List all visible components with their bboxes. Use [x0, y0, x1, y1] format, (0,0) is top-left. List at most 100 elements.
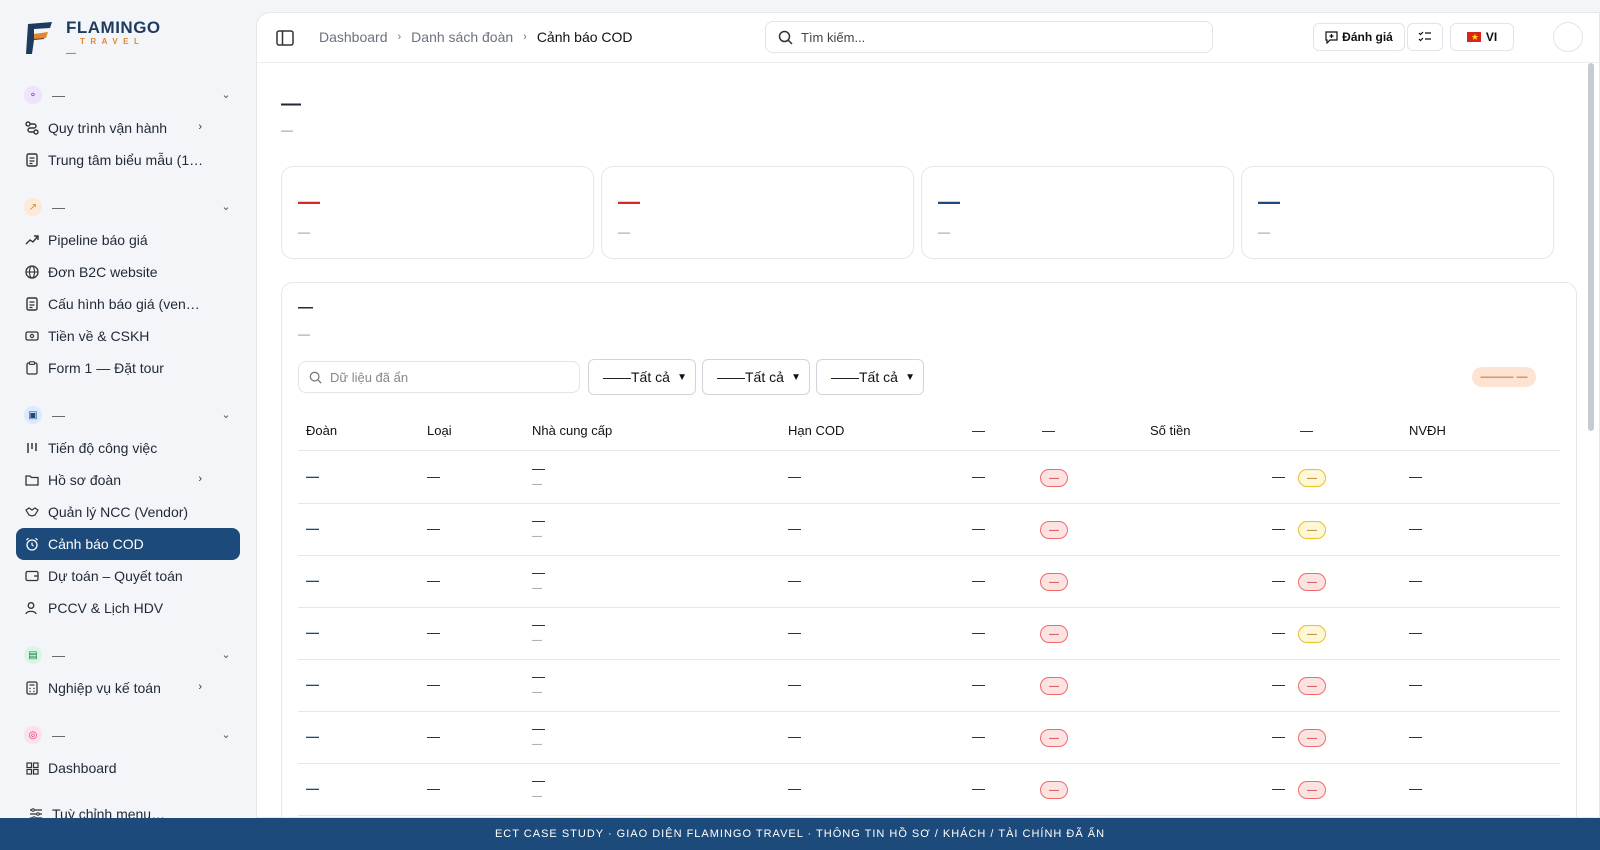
stat-card: — —: [281, 166, 594, 259]
sidebar-item-bieu-mau[interactable]: Trung tâm biểu mẫu (1.1…: [16, 144, 240, 176]
column-header[interactable]: Hạn COD: [788, 423, 844, 438]
table-row[interactable]: — — — — — — — — — —: [298, 503, 1560, 556]
avatar[interactable]: [1553, 22, 1583, 52]
cell-doan[interactable]: —: [306, 677, 319, 692]
flag-badge: —: [1298, 521, 1326, 539]
flag-badge: —: [1298, 677, 1326, 695]
cell-ncc-sub: —: [532, 739, 542, 750]
sidebar-item-ho-so-doan[interactable]: Hồ sơ đoàn ›: [16, 464, 240, 496]
column-header[interactable]: Loại: [427, 423, 452, 438]
nav-group-1[interactable]: ⚬ — ⌄: [24, 84, 232, 106]
checklist-button[interactable]: [1407, 23, 1443, 51]
sidebar-item-pipeline[interactable]: Pipeline báo giá: [16, 224, 240, 256]
cell-doan[interactable]: —: [306, 573, 319, 588]
sidebar-item-pccv[interactable]: PCCV & Lịch HDV: [16, 592, 240, 624]
table-header: Đoàn Loại Nhà cung cấp Hạn COD — — Số ti…: [298, 413, 1560, 451]
cell-loai: —: [427, 573, 440, 588]
status-badge: —: [1040, 521, 1068, 539]
cell-ncc-sub: —: [532, 687, 542, 698]
stat-label: —: [298, 225, 310, 239]
cell-doan[interactable]: —: [306, 625, 319, 640]
stat-label: —: [938, 225, 950, 239]
cell-loai: —: [427, 521, 440, 536]
cod-alert-panel: — — Dữ liệu đã ẩn ——Tất cả ▼ ——Tất cả ▼ …: [281, 282, 1577, 817]
column-header[interactable]: —: [1300, 423, 1313, 438]
cell-amount: —: [1272, 677, 1285, 692]
rate-button[interactable]: Đánh giá: [1313, 23, 1405, 51]
status-badge: —: [1040, 625, 1068, 643]
cell-ncc: —: [532, 617, 545, 632]
sidebar-item-b2c[interactable]: Đơn B2C website: [16, 256, 240, 288]
sidebar-item-du-toan[interactable]: Dự toán – Quyết toán: [16, 560, 240, 592]
cell-han-cod: —: [788, 521, 801, 536]
table-row[interactable]: — — — — — — — — — —: [298, 451, 1560, 504]
column-header[interactable]: Đoàn: [306, 423, 337, 438]
wallet-icon: [24, 568, 40, 584]
flag-badge: —: [1298, 729, 1326, 747]
chevron-right-icon: ›: [198, 473, 202, 485]
sidebar-item-label: Dashboard: [48, 760, 117, 776]
filter-select-2[interactable]: ——Tất cả ▼: [702, 359, 810, 395]
grid-icon: [24, 760, 40, 776]
nav-group-label: —: [52, 407, 65, 423]
vietnam-flag-icon: ★: [1466, 32, 1481, 42]
sidebar-item-cau-hinh[interactable]: Cấu hình báo giá (vend…: [16, 288, 240, 320]
customize-menu-label: Tuỳ chỉnh menu…: [52, 806, 166, 818]
table-row[interactable]: — — — — — — — — — —: [298, 555, 1560, 608]
sidebar-item-label: Nghiệp vụ kế toán: [48, 680, 161, 696]
globe-icon: ◎: [24, 726, 42, 744]
column-header[interactable]: NVĐH: [1409, 423, 1446, 438]
breadcrumb: Dashboard › Danh sách đoàn › Cảnh báo CO…: [319, 29, 633, 45]
global-search-input[interactable]: Tìm kiếm...: [765, 21, 1213, 53]
table-row[interactable]: — — — — — — — — — —: [298, 763, 1560, 816]
kanban-icon: [24, 440, 40, 456]
nav-group-5[interactable]: ◎ — ⌄: [24, 724, 232, 746]
cell-loai: —: [427, 677, 440, 692]
cell-ncc-sub: —: [532, 635, 542, 646]
column-header[interactable]: Số tiền: [1150, 423, 1190, 438]
cell-doan[interactable]: —: [306, 469, 319, 484]
sidebar-item-tien-do[interactable]: Tiến độ công việc: [16, 432, 240, 464]
column-header[interactable]: Nhà cung cấp: [532, 423, 612, 438]
nav-group-4[interactable]: ▤ — ⌄: [24, 644, 232, 666]
cell-col5: —: [972, 521, 985, 536]
column-header[interactable]: —: [1042, 423, 1055, 438]
status-badge: —: [1040, 729, 1068, 747]
sidebar-item-form1[interactable]: Form 1 — Đặt tour: [16, 352, 240, 384]
chevron-down-icon: ▼: [677, 372, 687, 383]
sidebar-toggle-icon[interactable]: [275, 28, 295, 48]
flag-badge: —: [1298, 781, 1326, 799]
cell-loai: —: [427, 469, 440, 484]
sidebar-item-label: Đơn B2C website: [48, 264, 158, 280]
filter-select-1[interactable]: ——Tất cả ▼: [588, 359, 696, 395]
nav-group-2[interactable]: ↗ — ⌄: [24, 196, 232, 218]
sidebar-item-ncc[interactable]: Quản lý NCC (Vendor): [16, 496, 240, 528]
scrollbar[interactable]: [1588, 63, 1594, 431]
table-search-input[interactable]: Dữ liệu đã ẩn: [298, 361, 580, 393]
column-header[interactable]: —: [972, 423, 985, 438]
cell-doan[interactable]: —: [306, 729, 319, 744]
sidebar-item-quy-trinh[interactable]: Quy trình vận hành ›: [16, 112, 240, 144]
banknote-icon: [24, 328, 40, 344]
cell-col5: —: [972, 781, 985, 796]
sidebar-item-canh-bao-cod[interactable]: Cảnh báo COD: [16, 528, 240, 560]
table-row[interactable]: — — — — — — — — — —: [298, 607, 1560, 660]
customize-menu-button[interactable]: Tuỳ chỉnh menu…: [16, 798, 240, 818]
cell-col5: —: [972, 573, 985, 588]
filter-select-3[interactable]: ——Tất cả ▼: [816, 359, 924, 395]
table-row[interactable]: — — — — — — — — — —: [298, 711, 1560, 764]
sidebar-item-label: Hồ sơ đoàn: [48, 472, 122, 488]
nav-group-3[interactable]: ▣ — ⌄: [24, 404, 232, 426]
table-row[interactable]: — — — — — — — — — —: [298, 659, 1560, 712]
language-switch[interactable]: ★ VI: [1450, 23, 1514, 51]
sidebar-item-ke-toan[interactable]: Nghiệp vụ kế toán ›: [16, 672, 240, 704]
cell-doan[interactable]: —: [306, 781, 319, 796]
clipboard-icon: [24, 360, 40, 376]
chevron-right-icon: ›: [198, 681, 202, 693]
sidebar-item-dashboard[interactable]: Dashboard: [16, 752, 240, 784]
breadcrumb-dashboard[interactable]: Dashboard: [319, 29, 388, 45]
cell-doan[interactable]: —: [306, 521, 319, 536]
sidebar-item-tien-ve[interactable]: Tiền về & CSKH: [16, 320, 240, 352]
breadcrumb-danh-sach-doan[interactable]: Danh sách đoàn: [411, 29, 513, 45]
topbar: Dashboard › Danh sách đoàn › Cảnh báo CO…: [257, 13, 1599, 63]
